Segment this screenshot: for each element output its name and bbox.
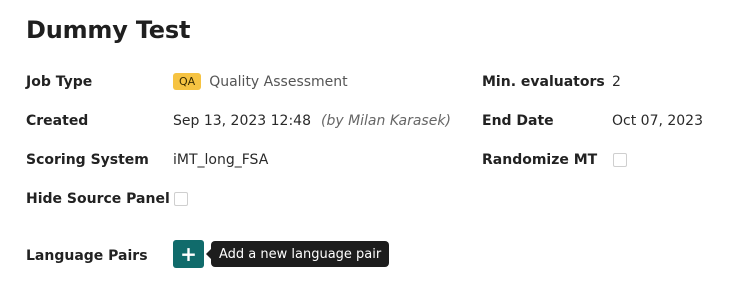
scoring-system-value: iMT_long_FSA [173, 152, 269, 168]
job-type-badge: QA [173, 73, 202, 90]
page-title: Dummy Test [26, 16, 191, 44]
hide-source-panel-checkbox[interactable] [174, 192, 188, 206]
created-label: Created [26, 113, 89, 129]
scoring-system-label: Scoring System [26, 152, 149, 168]
randomize-mt-label: Randomize MT [482, 152, 598, 168]
min-evaluators-label: Min. evaluators [482, 74, 605, 90]
job-type-value: QA Quality Assessment [173, 73, 348, 90]
min-evaluators-value: 2 [612, 74, 621, 90]
created-value: Sep 13, 2023 12:48 (by Milan Karasek) [173, 113, 451, 129]
end-date-label: End Date [482, 113, 554, 129]
add-language-pair-button[interactable]: + [173, 240, 204, 268]
plus-icon: + [180, 242, 197, 266]
randomize-mt-checkbox[interactable] [613, 153, 627, 167]
created-date: Sep 13, 2023 12:48 [173, 113, 311, 129]
end-date-value: Oct 07, 2023 [612, 113, 703, 129]
job-type-label: Job Type [26, 74, 93, 90]
hide-source-panel-label: Hide Source Panel [26, 191, 170, 207]
language-pairs-label: Language Pairs [26, 248, 148, 264]
add-language-pair-tooltip: Add a new language pair [205, 241, 390, 267]
job-type-text: Quality Assessment [209, 74, 348, 90]
created-by: (by Milan Karasek) [320, 113, 451, 129]
